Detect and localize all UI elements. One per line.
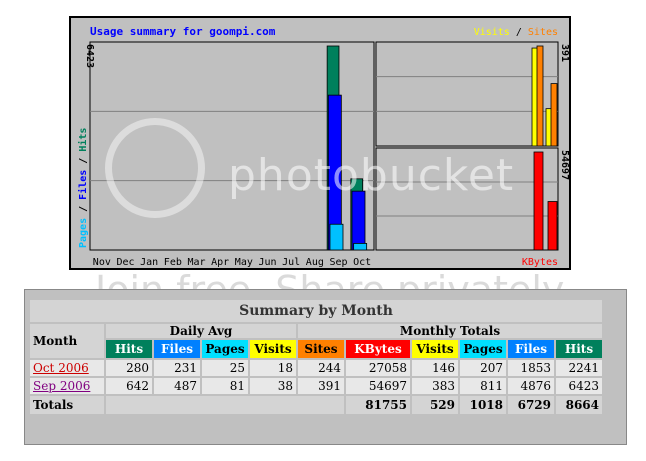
value-cell: 207 bbox=[460, 360, 506, 376]
value-cell: 6423 bbox=[556, 378, 602, 394]
value-cell: 38 bbox=[250, 378, 296, 394]
value-cell: 811 bbox=[460, 378, 506, 394]
value-cell: 487 bbox=[154, 378, 200, 394]
col-header-sites: Sites bbox=[298, 340, 344, 358]
value-cell: 81 bbox=[202, 378, 248, 394]
legend-part: Visits bbox=[474, 27, 510, 38]
value-cell: 4876 bbox=[508, 378, 554, 394]
value-cell: 383 bbox=[412, 378, 458, 394]
chart-title: Usage summary for goompi.com bbox=[90, 25, 276, 38]
col-header-kbytes: KBytes bbox=[346, 340, 410, 358]
value-cell: 27058 bbox=[346, 360, 410, 376]
bar-kbytes-oct bbox=[547, 201, 558, 251]
month-cell: Sep 2006 bbox=[30, 378, 104, 394]
bar-kbytes-sep bbox=[533, 151, 544, 251]
totals-value: 1018 bbox=[460, 396, 506, 414]
bar-sites-oct bbox=[550, 83, 558, 147]
value-cell: 244 bbox=[298, 360, 344, 376]
left-axis-label-part: / bbox=[78, 152, 89, 170]
daily-avg-header: Daily Avg bbox=[106, 324, 296, 338]
value-cell: 231 bbox=[154, 360, 200, 376]
table-body: Oct 2006 280 231 25 18 244 27058 146 207 1853 2241… bbox=[30, 360, 602, 394]
month-link[interactable]: Sep 2006 bbox=[33, 379, 90, 393]
month-tick-label: Jan bbox=[140, 257, 158, 268]
month-cell: Oct 2006 bbox=[30, 360, 104, 376]
left-axis-label: Pages / Files / Hits bbox=[77, 128, 89, 248]
totals-value: 529 bbox=[412, 396, 458, 414]
table-row: Oct 2006 280 231 25 18 244 27058 146 207 1853 2241 bbox=[30, 360, 602, 376]
month-header: Month bbox=[30, 324, 104, 358]
right-bottom-axis-max: 54697 bbox=[559, 150, 569, 180]
left-axis-max: 6423 bbox=[84, 44, 95, 68]
month-link[interactable]: Oct 2006 bbox=[33, 361, 89, 375]
month-tick-label: Sep bbox=[329, 257, 347, 268]
month-tick-label: Jun bbox=[258, 257, 276, 268]
value-cell: 18 bbox=[250, 360, 296, 376]
table-row: Sep 2006 642 487 81 38 391 54697 383 811 4876 6423 bbox=[30, 378, 602, 394]
col-header-files: Files bbox=[154, 340, 200, 358]
left-axis-label-part: Hits bbox=[77, 128, 89, 152]
kbytes-legend: KBytes bbox=[522, 257, 558, 268]
col-header-hits: Hits bbox=[556, 340, 602, 358]
summary-by-month-table: Summary by Month Month Daily Avg Monthly… bbox=[28, 298, 604, 416]
value-cell: 25 bbox=[202, 360, 248, 376]
left-axis-label-part: / bbox=[78, 200, 89, 218]
totals-label: Totals bbox=[30, 396, 104, 414]
month-tick-label: Aug bbox=[306, 257, 324, 268]
month-tick-label: Mar bbox=[187, 257, 205, 268]
month-tick-label: May bbox=[235, 257, 253, 268]
visits-sites-plot-area bbox=[375, 41, 559, 147]
left-axis-label-part: Files bbox=[77, 170, 89, 200]
watermark-circle-icon bbox=[105, 118, 205, 218]
monthly-totals-header: Monthly Totals bbox=[298, 324, 602, 338]
col-header-pages: Pages bbox=[202, 340, 248, 358]
value-cell: 54697 bbox=[346, 378, 410, 394]
value-cell: 642 bbox=[106, 378, 152, 394]
month-tick-label: Oct bbox=[353, 257, 371, 268]
col-header-hits: Hits bbox=[106, 340, 152, 358]
month-tick-label: Nov bbox=[93, 257, 111, 268]
col-header-pages: Pages bbox=[460, 340, 506, 358]
totals-value: 6729 bbox=[508, 396, 554, 414]
col-header-visits: Visits bbox=[250, 340, 296, 358]
month-tick-label: Apr bbox=[211, 257, 229, 268]
totals-value: 8664 bbox=[556, 396, 602, 414]
legend-part: Sites bbox=[528, 27, 558, 38]
bar-pages-oct bbox=[353, 243, 368, 251]
bar-sites-sep bbox=[536, 45, 544, 147]
value-cell: 391 bbox=[298, 378, 344, 394]
bar-pages-sep bbox=[329, 223, 344, 251]
value-cell: 146 bbox=[412, 360, 458, 376]
watermark-logo: photobucket bbox=[228, 150, 515, 201]
legend-part: / bbox=[510, 27, 528, 38]
month-tick-label: Dec bbox=[116, 257, 134, 268]
totals-value: 81755 bbox=[346, 396, 410, 414]
left-axis-label-part: Pages bbox=[78, 218, 89, 248]
value-cell: 1853 bbox=[508, 360, 554, 376]
month-tick-label: Feb bbox=[164, 257, 182, 268]
column-header-row: Hits Files Pages Visits Sites KBytes Visits Pag… bbox=[30, 340, 602, 358]
col-header-files: Files bbox=[508, 340, 554, 358]
month-tick-label: Jul bbox=[282, 257, 300, 268]
totals-gap bbox=[106, 396, 344, 414]
right-top-axis-max: 391 bbox=[559, 44, 569, 62]
visits-sites-legend: Visits / Sites bbox=[474, 27, 558, 38]
col-header-visits: Visits bbox=[412, 340, 458, 358]
value-cell: 2241 bbox=[556, 360, 602, 376]
summary-table-panel: Summary by Month Month Daily Avg Monthly… bbox=[24, 289, 627, 445]
table-caption: Summary by Month bbox=[30, 300, 602, 322]
totals-row: Totals 81755 529 1018 6729 8664 bbox=[30, 396, 602, 414]
value-cell: 280 bbox=[106, 360, 152, 376]
